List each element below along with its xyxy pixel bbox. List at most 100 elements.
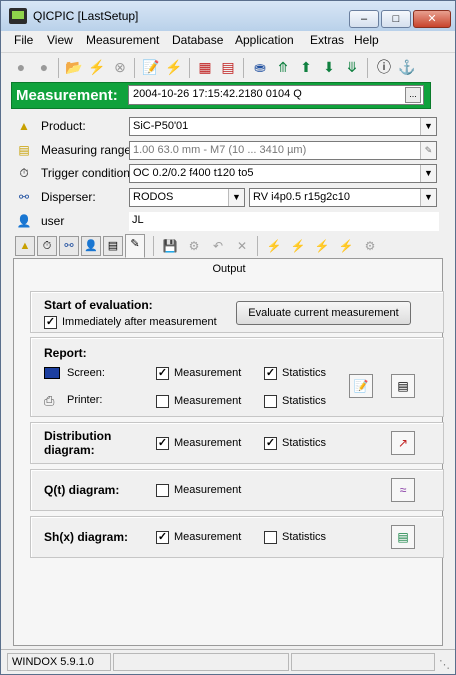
panel-title: Output bbox=[212, 263, 246, 275]
disperser-label: Disperser: bbox=[41, 190, 96, 204]
start-icon[interactable]: ● bbox=[12, 58, 30, 76]
resize-grip-icon[interactable]: ⋱ bbox=[439, 658, 450, 671]
delete-icon[interactable]: ✕ bbox=[231, 236, 253, 256]
version-status: WINDOX 5.9.1.0 bbox=[7, 653, 111, 671]
screen-measurement-checkbox[interactable]: ✓ bbox=[156, 367, 169, 380]
tool-e-icon[interactable]: ⚙ bbox=[359, 236, 381, 256]
settings-icon[interactable]: ⚙ bbox=[183, 236, 205, 256]
tab-report[interactable]: ▤ bbox=[103, 236, 123, 256]
distribution-heading-1: Distribution bbox=[44, 429, 112, 443]
trigger-value: OC 0.2/0.2 f400 t120 to5 bbox=[133, 167, 254, 179]
menu-measurement[interactable]: Measurement bbox=[86, 33, 159, 47]
shx-chart-button[interactable]: ▤ bbox=[391, 525, 415, 549]
trigger-combo[interactable]: OC 0.2/0.2 f400 t120 to5 ▼ bbox=[129, 164, 437, 183]
info-icon[interactable]: ⓘ bbox=[375, 58, 393, 76]
cancel-icon[interactable]: ⊗ bbox=[111, 58, 129, 76]
report-view-button[interactable]: ▤ bbox=[391, 374, 415, 398]
measurement-field[interactable]: 2004-10-26 17:15:42.2180 0104 Q ... bbox=[128, 85, 424, 105]
shx-statistics-label: Statistics bbox=[282, 531, 327, 543]
screen-label: Screen: bbox=[67, 367, 105, 379]
tool-b-icon[interactable]: ⚡ bbox=[287, 236, 309, 256]
arrow-down-icon[interactable]: ⬇ bbox=[320, 58, 338, 76]
qt-heading: Q(t) diagram: bbox=[44, 483, 120, 497]
arrow-top-icon[interactable]: ⤊ bbox=[274, 58, 292, 76]
tab-output[interactable]: ✎ bbox=[125, 234, 145, 258]
tab-strip: ▲ ⏱ ⚯ 👤 ▤ ✎ 💾 ⚙ ↶ ✕ ⚡ ⚡ ⚡ ⚡ ⚙ bbox=[13, 234, 443, 258]
menu-extras[interactable]: Extras bbox=[310, 33, 344, 47]
menu-help[interactable]: Help bbox=[354, 33, 379, 47]
shx-statistics-checkbox[interactable] bbox=[264, 531, 277, 544]
anchor-icon[interactable]: ⚓ bbox=[398, 58, 416, 76]
menu-application[interactable]: Application bbox=[235, 33, 294, 47]
disperser-config-combo[interactable]: RV i4p0.5 r15g2c10 ▼ bbox=[249, 188, 437, 207]
menu-database[interactable]: Database bbox=[172, 33, 223, 47]
report-edit-button[interactable]: 📝 bbox=[349, 374, 373, 398]
status-pane-3 bbox=[291, 653, 435, 671]
distribution-measurement-checkbox[interactable]: ✓ bbox=[156, 437, 169, 450]
save-icon[interactable]: 💾 bbox=[159, 236, 181, 256]
shx-group: Sh(x) diagram: ✓ Measurement Statistics … bbox=[30, 516, 444, 558]
menu-view[interactable]: View bbox=[47, 33, 73, 47]
status-pane-2 bbox=[113, 653, 289, 671]
menu-file[interactable]: File bbox=[14, 33, 33, 47]
disperser-combo[interactable]: RODOS ▼ bbox=[129, 188, 245, 207]
tool-a-icon[interactable]: ⚡ bbox=[263, 236, 285, 256]
chevron-down-icon[interactable]: ▼ bbox=[420, 118, 436, 135]
product-row: ▲ Product: SiC-P50'01 ▼ bbox=[11, 115, 441, 137]
undo-icon[interactable]: ↶ bbox=[207, 236, 229, 256]
printer-measurement-label: Measurement bbox=[174, 395, 242, 407]
screen-statistics-label: Statistics bbox=[282, 367, 327, 379]
tab-product[interactable]: ▲ bbox=[15, 236, 35, 256]
distribution-statistics-label: Statistics bbox=[282, 437, 327, 449]
tab-trigger[interactable]: ⏱ bbox=[37, 236, 57, 256]
product-combo[interactable]: SiC-P50'01 ▼ bbox=[129, 117, 437, 136]
measurement-value: 2004-10-26 17:15:42.2180 0104 Q bbox=[133, 88, 302, 100]
network-icon[interactable]: ▤ bbox=[219, 58, 237, 76]
database-icon[interactable]: ⛂ bbox=[251, 58, 269, 76]
flash-document-icon[interactable]: ⚡ bbox=[165, 58, 183, 76]
qt-measurement-checkbox[interactable] bbox=[156, 484, 169, 497]
printer-statistics-label: Statistics bbox=[282, 395, 327, 407]
status-bar: WINDOX 5.9.1.0 ⋱ bbox=[1, 649, 455, 674]
chevron-down-icon[interactable]: ▼ bbox=[228, 189, 244, 206]
browse-measurement-button[interactable]: ... bbox=[405, 87, 421, 103]
app-icon bbox=[9, 8, 27, 24]
disperser-row: ⚯ Disperser: RODOS ▼ RV i4p0.5 r15g2c10 … bbox=[11, 186, 441, 208]
arrow-up-icon[interactable]: ⬆ bbox=[297, 58, 315, 76]
edit-document-icon[interactable]: 📝 bbox=[142, 58, 160, 76]
tool-c-icon[interactable]: ⚡ bbox=[311, 236, 333, 256]
distribution-statistics-checkbox[interactable]: ✓ bbox=[264, 437, 277, 450]
distribution-measurement-label: Measurement bbox=[174, 437, 242, 449]
range-edit-icon[interactable]: ✎ bbox=[420, 142, 436, 159]
tab-user[interactable]: 👤 bbox=[81, 236, 101, 256]
evaluate-button[interactable]: Evaluate current measurement bbox=[236, 301, 411, 325]
chevron-down-icon[interactable]: ▼ bbox=[420, 189, 436, 206]
report-group: Report: Screen: ✓ Measurement ✓ Statisti… bbox=[30, 337, 444, 417]
close-window-button[interactable]: ✕ bbox=[413, 10, 451, 28]
output-panel: Output Start of evaluation: ✓ Immediatel… bbox=[13, 258, 444, 646]
disperser-icon: ⚯ bbox=[18, 190, 30, 204]
start-evaluation-group: Start of evaluation: ✓ Immediately after… bbox=[30, 291, 444, 333]
printer-measurement-checkbox[interactable] bbox=[156, 395, 169, 408]
distribution-chart-button[interactable]: ↗ bbox=[391, 431, 415, 455]
qt-chart-button[interactable]: ≈ bbox=[391, 478, 415, 502]
immediate-checkbox[interactable]: ✓ bbox=[44, 316, 57, 329]
chevron-down-icon[interactable]: ▼ bbox=[420, 165, 436, 182]
stop-icon[interactable]: ● bbox=[35, 58, 53, 76]
lightning-icon[interactable]: ⚡ bbox=[88, 58, 106, 76]
open-folder-icon[interactable]: 📂 bbox=[65, 58, 83, 76]
range-combo[interactable]: 1.00 63.0 mm - M7 (10 ... 3410 µm) ✎ bbox=[129, 141, 437, 160]
menu-bar: File View Measurement Database Applicati… bbox=[1, 31, 455, 51]
screen-statistics-checkbox[interactable]: ✓ bbox=[264, 367, 277, 380]
grid-icon[interactable]: ▦ bbox=[196, 58, 214, 76]
arrow-bottom-icon[interactable]: ⤋ bbox=[343, 58, 361, 76]
tool-d-icon[interactable]: ⚡ bbox=[335, 236, 357, 256]
maximize-button[interactable]: □ bbox=[381, 10, 411, 28]
user-label: user bbox=[41, 214, 65, 228]
printer-statistics-checkbox[interactable] bbox=[264, 395, 277, 408]
immediate-label: Immediately after measurement bbox=[62, 316, 217, 328]
product-label: Product: bbox=[41, 119, 86, 133]
minimize-button[interactable]: – bbox=[349, 10, 379, 28]
shx-measurement-checkbox[interactable]: ✓ bbox=[156, 531, 169, 544]
tab-disperser[interactable]: ⚯ bbox=[59, 236, 79, 256]
